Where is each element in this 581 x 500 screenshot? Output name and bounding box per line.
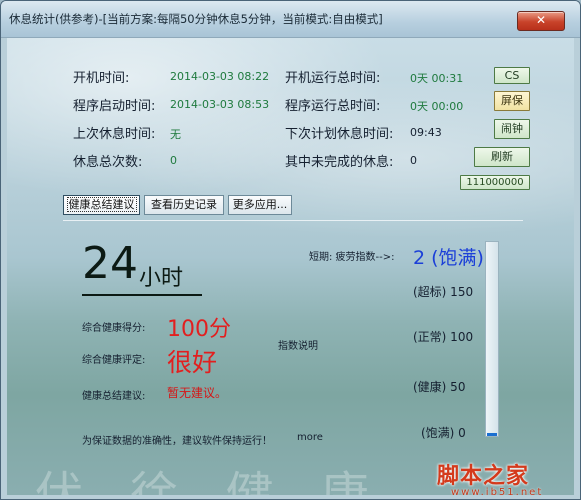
short-term-fatigue-label: 短期: 疲劳指数-->:: [309, 252, 395, 263]
boot-duration-label: 开机运行总时间:: [285, 71, 381, 86]
tab-more-apps-label: 更多应用...: [232, 198, 288, 211]
index-explain-link[interactable]: 指数说明: [278, 337, 318, 352]
rating-label: 综合健康评定:: [82, 355, 146, 366]
refresh-button[interactable]: 刷新: [474, 147, 530, 167]
boot-duration-value: 0天 00:31: [410, 72, 464, 85]
run-duration-value: 0天 00:00: [410, 100, 464, 113]
tab-health-summary-label: 健康总结建议: [66, 197, 137, 212]
next-rest-label: 下次计划休息时间:: [285, 127, 394, 142]
client-area: 伏 徐 健 康 开机时间: 2014-03-03 08:22 开机运行总时间: …: [7, 38, 574, 495]
advice-value: 暂无建议。: [167, 386, 228, 400]
footer-note: 为保证数据的准确性，建议软件保持运行！: [82, 436, 272, 447]
hours-value: 24: [82, 238, 138, 289]
code-button[interactable]: 111000000: [460, 175, 530, 190]
next-rest-value: 09:43: [410, 126, 442, 139]
rating-value: 很好: [167, 348, 218, 377]
tab-health-summary[interactable]: 健康总结建议: [63, 195, 140, 215]
tab-history-label: 查看历史记录: [151, 198, 217, 211]
run-duration-label: 程序运行总时间:: [285, 99, 381, 114]
title-bar[interactable]: 休息统计(供参考)-[当前方案:每隔50分钟休息5分钟，当前模式:自由模式] ✕: [1, 1, 580, 38]
watermark-url: www.jb51.net: [451, 487, 544, 495]
rest-count-label: 休息总次数:: [73, 155, 143, 170]
start-time-value: 2014-03-03 08:53: [170, 98, 270, 111]
boot-time-label: 开机时间:: [73, 71, 130, 86]
hours-underline: [82, 294, 202, 296]
fatigue-meter: [485, 241, 499, 437]
last-rest-value: 无: [170, 128, 181, 141]
scale-full: (饱满) 0: [421, 426, 466, 440]
window-title: 休息统计(供参考)-[当前方案:每隔50分钟休息5分钟，当前模式:自由模式]: [9, 12, 383, 26]
advice-label: 健康总结建议:: [82, 391, 146, 402]
last-rest-label: 上次休息时间:: [73, 127, 156, 142]
alarm-button[interactable]: 闹钟: [494, 119, 530, 139]
hours-unit: 小时: [139, 266, 184, 291]
background-motto: 伏 徐 健 康: [35, 467, 385, 495]
more-link[interactable]: more: [297, 432, 323, 443]
score-label: 综合健康得分:: [82, 323, 146, 334]
boot-time-value: 2014-03-03 08:22: [170, 70, 270, 83]
fatigue-index-value: 2 (饱满): [413, 247, 484, 269]
tab-history[interactable]: 查看历史记录: [144, 195, 224, 215]
close-button[interactable]: ✕: [517, 11, 565, 31]
unfinished-rest-value: 0: [410, 154, 417, 167]
scale-healthy: (健康) 50: [413, 380, 466, 394]
fatigue-meter-fill: [487, 433, 497, 436]
start-time-label: 程序启动时间:: [73, 99, 156, 114]
cs-button[interactable]: CS: [494, 67, 530, 84]
watermark-brand: 脚本之家: [437, 464, 530, 489]
rest-statistics-window: 休息统计(供参考)-[当前方案:每隔50分钟休息5分钟，当前模式:自由模式] ✕…: [0, 0, 581, 500]
scale-normal: (正常) 100: [413, 330, 474, 344]
scale-over-limit: (超标) 150: [413, 285, 474, 299]
tab-divider: [63, 220, 523, 221]
unfinished-rest-label: 其中未完成的休息:: [285, 155, 394, 170]
screensaver-button[interactable]: 屏保: [494, 91, 530, 111]
tab-more-apps[interactable]: 更多应用...: [228, 195, 292, 215]
score-value: 100分: [167, 317, 231, 342]
rest-count-value: 0: [170, 154, 177, 167]
